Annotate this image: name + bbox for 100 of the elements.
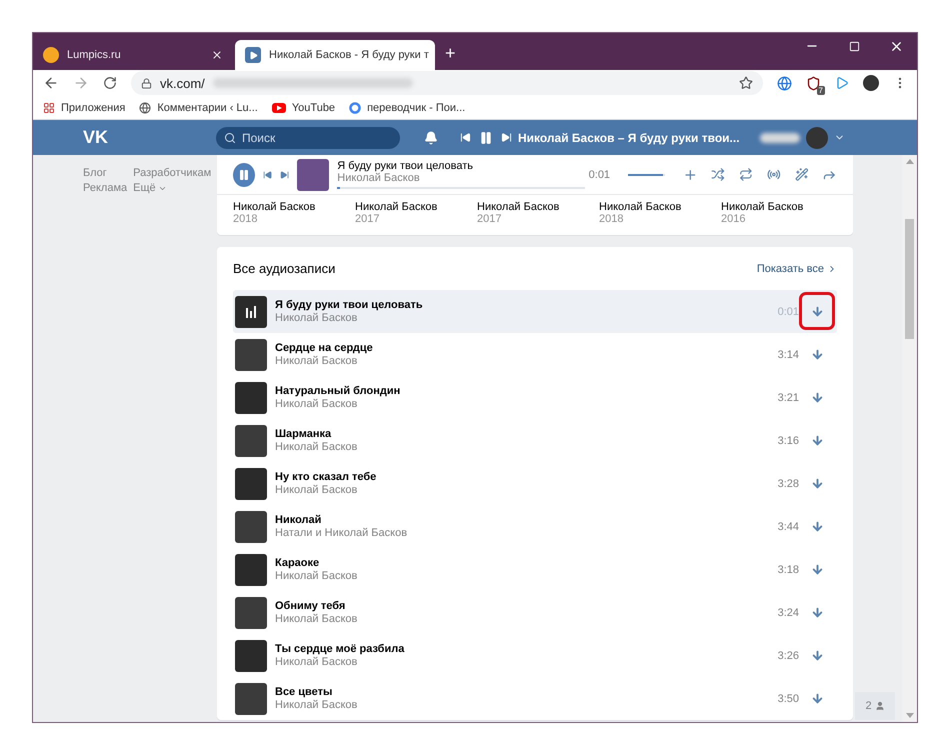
track-artist[interactable]: Николай Басков xyxy=(275,656,770,668)
cover-photo-placeholder xyxy=(235,382,267,414)
cover-photo-placeholder xyxy=(235,554,267,586)
shuffle-icon[interactable] xyxy=(711,167,726,182)
download-arrow-icon xyxy=(810,477,824,490)
album-year: 2018 xyxy=(233,213,258,225)
album-artist[interactable]: Николай Басков xyxy=(355,201,477,213)
search-input[interactable]: Поиск xyxy=(240,130,380,146)
track-duration: 3:21 xyxy=(778,392,799,404)
repeat-icon[interactable] xyxy=(739,167,753,182)
download-arrow-icon xyxy=(810,520,824,533)
track-artist[interactable]: Николай Басков xyxy=(275,613,770,625)
bookmark-link[interactable]: переводчик - Пои... xyxy=(367,102,466,114)
track-title[interactable]: Натуральный блондин xyxy=(275,385,770,397)
track-duration: 3:44 xyxy=(778,520,799,532)
track-row[interactable]: Сердце на сердце Николай Басков 3:14 xyxy=(233,333,837,376)
download-arrow-icon xyxy=(810,434,824,447)
track-artist[interactable]: Николай Басков xyxy=(275,355,770,367)
profile-avatar[interactable] xyxy=(863,75,879,91)
album-artist[interactable]: Николай Басков xyxy=(599,201,721,213)
track-row[interactable]: Ну кто сказал тебе Николай Басков 3:28 xyxy=(233,462,837,505)
broadcast-icon[interactable] xyxy=(766,167,781,182)
track-artist[interactable]: Николай Басков xyxy=(275,441,770,453)
track-artist[interactable]: Натали и Николай Басков xyxy=(275,527,770,539)
reload-icon[interactable] xyxy=(103,76,117,90)
track-title[interactable]: Все цветы xyxy=(275,686,770,698)
bell-icon[interactable] xyxy=(424,130,438,144)
now-playing-title[interactable]: Николай Басков – Я буду руки твои... xyxy=(518,130,740,144)
download-arrow-icon xyxy=(810,305,824,318)
browser-tab[interactable]: Николай Басков - Я буду руки т xyxy=(235,40,435,70)
friends-count: 2 xyxy=(865,700,872,712)
track-row[interactable]: Караоке Николай Басков 3:18 xyxy=(233,548,837,591)
track-title[interactable]: Ну кто сказал тебе xyxy=(275,471,770,483)
star-icon[interactable] xyxy=(739,76,753,90)
magic-wand-icon[interactable] xyxy=(794,167,808,182)
album-year: 2017 xyxy=(477,213,502,225)
track-title[interactable]: Николай xyxy=(275,514,770,526)
play-extension-icon[interactable] xyxy=(835,76,849,90)
globe-extension-icon[interactable] xyxy=(777,76,792,90)
album-artist[interactable]: Николай Басков xyxy=(477,201,599,213)
track-artist[interactable]: Николай Басков xyxy=(275,398,770,410)
pause-button[interactable] xyxy=(233,162,255,186)
close-icon[interactable] xyxy=(211,49,223,61)
previous-icon[interactable] xyxy=(460,132,471,143)
show-all-link[interactable]: Показать все xyxy=(756,262,837,274)
pause-icon[interactable] xyxy=(479,130,493,144)
cover-photo-placeholder xyxy=(235,640,267,672)
cover-photo-placeholder xyxy=(235,424,267,456)
cover-photo-placeholder xyxy=(235,682,267,714)
track-artist[interactable]: Николай Басков xyxy=(275,699,770,711)
forward-icon[interactable] xyxy=(73,75,89,91)
extension-badge: 7 xyxy=(816,86,825,94)
new-tab-button[interactable]: + xyxy=(445,43,456,64)
user-avatar[interactable] xyxy=(806,126,828,148)
track-artist[interactable]: Николай Басков xyxy=(275,484,770,496)
bookmark-link[interactable]: YouTube xyxy=(292,102,336,114)
cover-photo-placeholder xyxy=(235,510,267,542)
download-arrow-icon xyxy=(810,606,824,619)
track-title[interactable]: Шарманка xyxy=(275,428,770,440)
track-row[interactable]: Николай Натали и Николай Басков 3:44 xyxy=(233,505,837,548)
search-field[interactable]: Поиск xyxy=(216,126,400,148)
search-icon xyxy=(224,132,236,144)
track-row[interactable]: Обниму тебя Николай Басков 3:24 xyxy=(233,591,837,634)
track-row[interactable]: Все цветы Николай Басков 3:50 xyxy=(233,677,837,720)
track-duration: 3:26 xyxy=(778,650,799,662)
bookmark-link[interactable]: Приложения xyxy=(61,102,126,114)
track-row[interactable]: Ты сердце моё разбила Николай Басков 3:26 xyxy=(233,634,837,677)
track-duration: 3:18 xyxy=(778,564,799,576)
cover-photo-placeholder xyxy=(235,468,267,500)
previous-icon[interactable] xyxy=(262,170,272,180)
url-text: vk.com/ xyxy=(160,76,205,90)
browser-tab[interactable]: Lumpics.ru xyxy=(33,40,233,70)
download-arrow-icon xyxy=(810,692,824,705)
track-row[interactable]: Я буду руки твои целовать Николай Басков 0:01 xyxy=(233,290,837,333)
track-row[interactable]: Шарманка Николай Басков 3:16 xyxy=(233,419,837,462)
track-title[interactable]: Я буду руки твои целовать xyxy=(275,299,770,311)
lock-icon xyxy=(141,78,152,88)
play-icon xyxy=(245,47,261,63)
album-year: 2018 xyxy=(599,213,624,225)
scrollbar[interactable] xyxy=(902,155,917,722)
bookmark-link[interactable]: Комментарии ‹ Lu... xyxy=(157,102,258,114)
next-icon[interactable] xyxy=(280,170,290,180)
track-title[interactable]: Караоке xyxy=(275,557,770,569)
track-duration: 3:24 xyxy=(778,606,799,618)
address-bar[interactable]: vk.com/ xyxy=(131,71,763,95)
album-artist[interactable]: Николай Басков xyxy=(233,201,355,213)
site-logo[interactable]: VK xyxy=(83,127,216,148)
track-artist: Николай Басков xyxy=(337,172,421,184)
next-icon[interactable] xyxy=(501,132,512,143)
track-title[interactable]: Ты сердце моё разбила xyxy=(275,643,770,655)
download-arrow-icon xyxy=(810,563,824,576)
album-artist[interactable]: Николай Басков xyxy=(721,201,843,213)
cover-photo-placeholder xyxy=(235,338,267,370)
track-artist[interactable]: Николай Басков xyxy=(275,570,770,582)
section-title: Все аудиозаписи xyxy=(233,261,336,276)
back-icon[interactable] xyxy=(43,75,59,91)
track-title[interactable]: Обниму тебя xyxy=(275,600,770,612)
track-row[interactable]: Натуральный блондин Николай Басков 3:21 xyxy=(233,376,837,419)
track-title[interactable]: Сердце на сердце xyxy=(275,342,770,354)
track-duration: 3:14 xyxy=(778,348,799,360)
